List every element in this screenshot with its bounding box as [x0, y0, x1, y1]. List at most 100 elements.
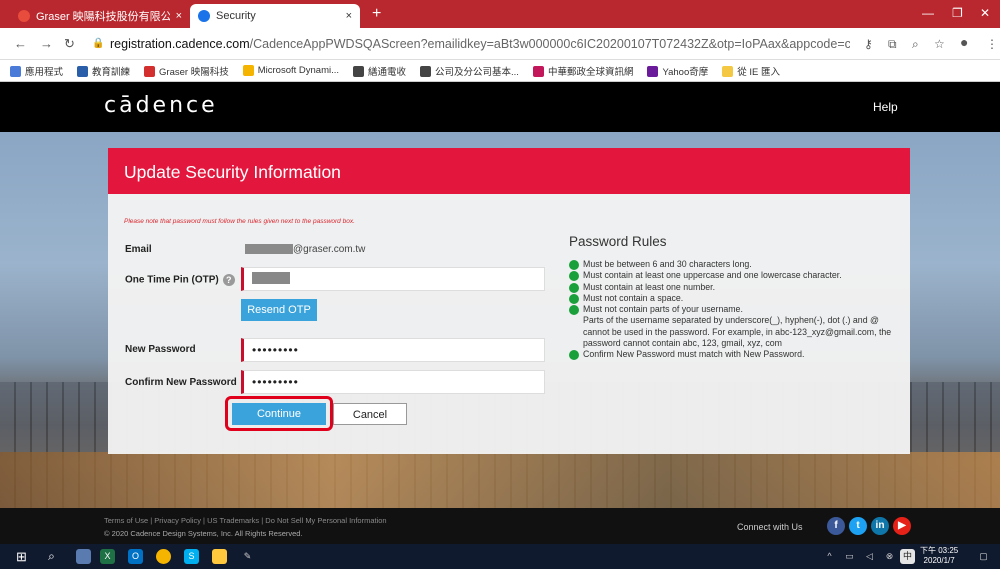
twitter-icon[interactable]: t	[849, 517, 867, 535]
rule-text: Must not contain a space.	[583, 292, 684, 303]
bookmark-label: 從 IE 匯入	[737, 66, 780, 78]
tray-chevron-icon[interactable]: ^	[822, 549, 837, 564]
minimize-icon[interactable]: —	[922, 6, 934, 20]
tab-graser[interactable]: Graser 映陽科技股份有限公司 ×	[10, 4, 190, 28]
facebook-icon[interactable]: f	[827, 517, 845, 535]
input-method-icon[interactable]: 中	[900, 549, 915, 564]
rule-item: Must contain at least one number.	[569, 282, 899, 293]
search-icon[interactable]: ⌕	[44, 549, 59, 564]
bookmark-icon	[144, 66, 156, 78]
help-icon[interactable]: ?	[222, 274, 235, 286]
browser-tab-bar: Graser 映陽科技股份有限公司 × Security × + — ❐ ✕	[0, 0, 1000, 28]
bookmark-icon	[353, 66, 365, 78]
bookmark-label: Yahoo奇摩	[662, 66, 709, 78]
star-icon[interactable]: ☆	[934, 37, 945, 51]
linkedin-icon[interactable]: in	[871, 517, 889, 535]
zoom-icon[interactable]: ⌕	[912, 37, 919, 52]
outlook-icon[interactable]: O	[128, 549, 143, 564]
lock-icon[interactable]: 🔒	[92, 38, 104, 49]
tab-title: Security	[216, 10, 256, 22]
form-title: Update Security Information	[108, 148, 910, 194]
new-tab-button[interactable]: +	[372, 5, 381, 23]
notifications-icon[interactable]: ▢	[976, 549, 991, 564]
bullet-icon	[569, 305, 579, 316]
bookmark-item[interactable]: 繕通電收	[353, 64, 406, 78]
youtube-icon[interactable]: ▶	[893, 517, 911, 535]
back-icon[interactable]: ←	[14, 36, 27, 51]
copyright: © 2020 Cadence Design Systems, Inc. All …	[104, 529, 303, 538]
excel-icon[interactable]: X	[100, 549, 115, 564]
footer-links[interactable]: Terms of Use | Privacy Policy | US Trade…	[104, 516, 387, 525]
url-input[interactable]: registration.cadence.com/CadenceAppPWDSQ…	[110, 33, 850, 55]
rule-item: Must contain at least one uppercase and …	[569, 270, 899, 282]
file-explorer-icon[interactable]	[212, 549, 227, 564]
bookmark-label: 繕通電收	[368, 66, 407, 78]
close-window-icon[interactable]: ✕	[980, 6, 990, 20]
bookmark-icon	[77, 66, 89, 78]
tray-app-icon[interactable]: ⊗	[882, 549, 897, 564]
email-label: Email	[125, 244, 152, 255]
otp-input[interactable]	[241, 267, 545, 291]
paint-icon[interactable]: ✎	[240, 549, 255, 564]
password-rules: Password Rules Must be between 6 and 30 …	[569, 234, 899, 361]
forward-icon[interactable]: →	[40, 36, 53, 51]
translate-icon[interactable]: ⧉	[888, 37, 897, 52]
bookmark-item[interactable]: Microsoft Dynami...	[242, 64, 339, 76]
building-lights	[0, 452, 1000, 508]
continue-button[interactable]: Continue	[232, 403, 326, 425]
site-footer: Terms of Use | Privacy Policy | US Trade…	[0, 508, 1000, 544]
rules-title: Password Rules	[569, 234, 667, 249]
otp-label: One Time Pin (OTP)?	[125, 274, 235, 286]
site-header: cādence Help	[0, 82, 1000, 132]
photos-app-icon[interactable]	[76, 549, 91, 564]
windows-taskbar: ⊞ ⌕ X O S ✎ ^ ▭ ◁ ⊗ 中 下午 03:25 2020/1/7 ▢	[0, 544, 1000, 569]
reload-icon[interactable]: ↻	[64, 36, 75, 52]
tab-close-icon[interactable]: ×	[346, 10, 352, 22]
help-link[interactable]: Help	[873, 100, 898, 114]
taskbar-clock[interactable]: 下午 03:25 2020/1/7	[920, 546, 958, 566]
windows-start-icon[interactable]: ⊞	[14, 549, 29, 564]
resend-otp-button[interactable]: Resend OTP	[241, 299, 317, 321]
tab-title: Graser 映陽科技股份有限公司	[36, 11, 170, 23]
rule-item: Confirm New Password must match with New…	[569, 349, 899, 361]
new-password-input[interactable]: •••••••••	[241, 338, 545, 362]
bookmark-item[interactable]: Yahoo奇摩	[647, 64, 708, 78]
email-domain: @graser.com.tw	[293, 244, 366, 255]
rules-list: Must be between 6 and 30 characters long…	[569, 259, 899, 361]
tab-security[interactable]: Security ×	[190, 4, 360, 28]
rule-text: Confirm New Password must match with New…	[583, 349, 805, 360]
redacted-mask	[245, 244, 293, 255]
key-icon[interactable]: ⚷	[864, 37, 873, 51]
bookmark-item[interactable]: 從 IE 匯入	[722, 64, 780, 78]
bookmark-item[interactable]: 教育訓練	[77, 64, 130, 78]
tab-close-icon[interactable]: ×	[176, 10, 182, 22]
password-note: Please note that password must follow th…	[124, 218, 355, 225]
menu-icon[interactable]: ⋮	[986, 37, 998, 51]
bookmark-icon	[10, 66, 21, 78]
bookmark-icon	[242, 64, 254, 76]
chrome-icon[interactable]	[156, 549, 171, 564]
profile-icon[interactable]: ●	[960, 34, 968, 50]
cadence-logo[interactable]: cādence	[104, 93, 218, 118]
url-path: /CadenceAppPWDSQAScreen?emailidkey=aBt3w…	[249, 37, 850, 51]
email-value: @graser.com.tw	[245, 244, 365, 255]
bookmark-item[interactable]: 應用程式	[10, 64, 63, 78]
bookmark-label: 應用程式	[25, 66, 64, 78]
bookmark-item[interactable]: 中華郵政全球資訊網	[532, 64, 633, 78]
bookmark-label: Graser 映陽科技	[159, 66, 229, 78]
url-host: registration.cadence.com	[110, 37, 250, 51]
cancel-button[interactable]: Cancel	[333, 403, 407, 425]
confirm-password-input[interactable]: •••••••••	[241, 370, 545, 394]
restore-icon[interactable]: ❐	[952, 6, 963, 20]
username-detail: Parts of the username separated by under…	[583, 315, 892, 349]
volume-icon[interactable]: ◁	[862, 549, 877, 564]
clock-time: 下午 03:25	[920, 546, 959, 555]
connect-label: Connect with Us	[737, 522, 803, 532]
bookmark-label: 教育訓練	[92, 66, 131, 78]
clock-date: 2020/1/7	[923, 556, 955, 565]
bookmark-item[interactable]: Graser 映陽科技	[144, 64, 229, 78]
network-icon[interactable]: ▭	[842, 549, 857, 564]
rule-item: Must not contain a space.	[569, 293, 899, 304]
skype-icon[interactable]: S	[184, 549, 199, 564]
bookmark-item[interactable]: 公司及分公司基本...	[420, 64, 519, 78]
